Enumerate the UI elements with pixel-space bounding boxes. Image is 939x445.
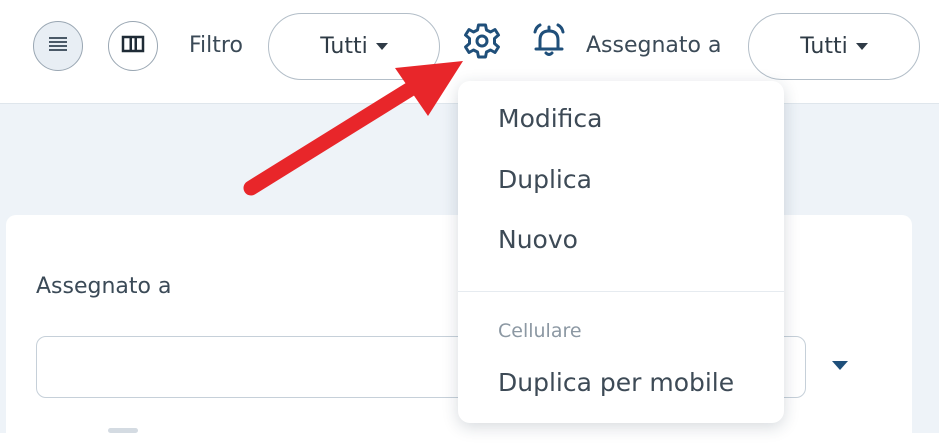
settings-button[interactable]: [461, 22, 503, 64]
menu-item-duplica[interactable]: Duplica: [498, 165, 592, 194]
menu-item-duplica-mobile[interactable]: Duplica per mobile: [498, 368, 734, 397]
list-view-button[interactable]: [33, 21, 83, 71]
gear-icon: [462, 21, 502, 65]
select-caret-icon[interactable]: [832, 361, 848, 370]
menu-item-nuovo[interactable]: Nuovo: [498, 225, 578, 254]
assigned-to-dropdown-value: Tutti: [800, 34, 848, 59]
columns-view-button[interactable]: [108, 21, 158, 71]
assigned-to-dropdown[interactable]: Tutti: [748, 13, 920, 80]
partial-element: [108, 428, 138, 433]
alarm-button[interactable]: [528, 22, 570, 64]
menu-section-header: Cellulare: [498, 320, 582, 342]
list-icon: [47, 35, 69, 57]
filter-label: Filtro: [189, 33, 243, 58]
menu-divider: [458, 291, 784, 292]
columns-icon: [121, 35, 145, 57]
assigned-to-field-label: Assegnato a: [36, 274, 172, 299]
settings-menu: Modifica Duplica Nuovo Cellulare Duplica…: [458, 81, 784, 423]
menu-item-modifica[interactable]: Modifica: [498, 104, 603, 133]
filter-dropdown[interactable]: Tutti: [268, 13, 440, 80]
assigned-to-label: Assegnato a: [586, 33, 722, 58]
filter-dropdown-value: Tutti: [320, 34, 368, 59]
alarm-bell-icon: [529, 21, 569, 65]
caret-down-icon: [375, 43, 388, 50]
caret-down-icon: [855, 43, 868, 50]
